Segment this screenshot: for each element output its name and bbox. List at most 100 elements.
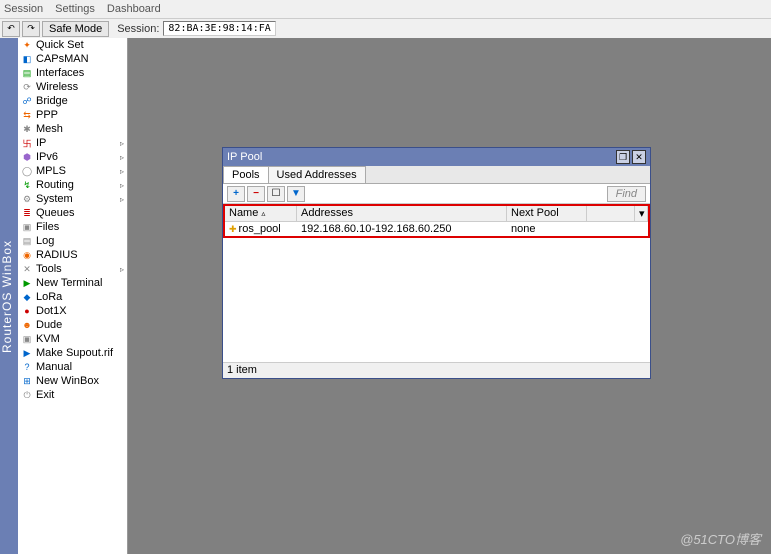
sidebar-item-label: Bridge [36, 95, 68, 107]
sidebar-item-new-terminal[interactable]: ▶New Terminal [18, 276, 127, 290]
tab-pools[interactable]: Pools [223, 166, 269, 183]
app-title-vertical: RouterOS WinBox [0, 38, 18, 554]
sidebar-item-label: Exit [36, 389, 54, 401]
exit-icon: ⏻ [21, 389, 33, 401]
sidebar-item-bridge[interactable]: ☍Bridge [18, 94, 127, 108]
submenu-arrow-icon: ▹ [120, 265, 124, 274]
sidebar-item-label: Dot1X [36, 305, 67, 317]
table-body[interactable] [223, 238, 650, 362]
find-button[interactable]: Find [607, 186, 646, 202]
files-icon: ▣ [21, 221, 33, 233]
session-value: 82:BA:3E:98:14:FA [163, 21, 275, 36]
menu-dashboard[interactable]: Dashboard [107, 3, 161, 15]
capsman-icon: ◧ [21, 53, 33, 65]
redo-button[interactable]: ↷ [22, 21, 40, 37]
sidebar-item-label: Quick Set [36, 39, 84, 51]
sidebar-item-label: Wireless [36, 81, 78, 93]
menu-settings[interactable]: Settings [55, 3, 95, 15]
sidebar-item-kvm[interactable]: ▣KVM [18, 332, 127, 346]
sidebar-item-label: PPP [36, 109, 58, 121]
sidebar-item-tools[interactable]: ✕Tools▹ [18, 262, 127, 276]
sidebar-item-log[interactable]: ▤Log [18, 234, 127, 248]
sidebar-item-label: RADIUS [36, 249, 78, 261]
window-titlebar[interactable]: IP Pool ❐ ✕ [223, 148, 650, 166]
undo-button[interactable]: ↶ [2, 21, 20, 37]
workspace: IP Pool ❐ ✕ Pools Used Addresses + − ☐ ▼… [128, 38, 771, 554]
sidebar-item-label: KVM [36, 333, 60, 345]
new-terminal-icon: ▶ [21, 277, 33, 289]
col-dropdown[interactable]: ▾ [634, 206, 648, 221]
sidebar-item-mpls[interactable]: ◯MPLS▹ [18, 164, 127, 178]
add-button[interactable]: + [227, 186, 245, 202]
sidebar-item-routing[interactable]: ↯Routing▹ [18, 178, 127, 192]
sidebar-item-exit[interactable]: ⏻Exit [18, 388, 127, 402]
tab-used-addresses[interactable]: Used Addresses [268, 166, 366, 183]
system-icon: ⚙ [21, 193, 33, 205]
sidebar-item-wireless[interactable]: ⟳Wireless [18, 80, 127, 94]
window-close-button[interactable]: ✕ [632, 150, 646, 164]
sidebar-item-label: Manual [36, 361, 72, 373]
sidebar-item-label: IPv6 [36, 151, 58, 163]
ip-pool-window: IP Pool ❐ ✕ Pools Used Addresses + − ☐ ▼… [222, 147, 651, 379]
sidebar-item-quick-set[interactable]: ✦Quick Set [18, 38, 127, 52]
queues-icon: ≣ [21, 207, 33, 219]
lora-icon: ◆ [21, 291, 33, 303]
menu-session[interactable]: Session [4, 3, 43, 15]
sidebar-item-label: CAPsMAN [36, 53, 89, 65]
sidebar-item-dot1x[interactable]: ●Dot1X [18, 304, 127, 318]
sidebar-item-files[interactable]: ▣Files [18, 220, 127, 234]
sidebar-item-make-supout-rif[interactable]: ▶Make Supout.rif [18, 346, 127, 360]
sidebar-item-label: System [36, 193, 73, 205]
make-supout-rif-icon: ▶ [21, 347, 33, 359]
sidebar-item-ipv6[interactable]: ⬢IPv6▹ [18, 150, 127, 164]
submenu-arrow-icon: ▹ [120, 181, 124, 190]
sidebar-item-label: MPLS [36, 165, 66, 177]
submenu-arrow-icon: ▹ [120, 153, 124, 162]
sidebar-item-label: IP [36, 137, 46, 149]
dot1x-icon: ● [21, 305, 33, 317]
sidebar-item-radius[interactable]: ◉RADIUS [18, 248, 127, 262]
sidebar-item-mesh[interactable]: ✱Mesh [18, 122, 127, 136]
sidebar-item-label: Interfaces [36, 67, 84, 79]
highlight-annotation: Name ▵ Addresses Next Pool ▾ ✚ros_pool 1… [223, 204, 650, 238]
radius-icon: ◉ [21, 249, 33, 261]
menubar: Session Settings Dashboard [0, 0, 771, 18]
log-icon: ▤ [21, 235, 33, 247]
ppp-icon: ⇆ [21, 109, 33, 121]
kvm-icon: ▣ [21, 333, 33, 345]
sidebar-item-ppp[interactable]: ⇆PPP [18, 108, 127, 122]
sidebar-item-label: LoRa [36, 291, 62, 303]
table-row[interactable]: ✚ros_pool 192.168.60.10-192.168.60.250 n… [225, 222, 648, 236]
sidebar-item-ip[interactable]: 卐IP▹ [18, 136, 127, 150]
quick-set-icon: ✦ [21, 39, 33, 51]
sidebar-item-label: Queues [36, 207, 75, 219]
bridge-icon: ☍ [21, 95, 33, 107]
statusbar: 1 item [223, 362, 650, 378]
sidebar-item-new-winbox[interactable]: ⊞New WinBox [18, 374, 127, 388]
sidebar-item-label: Log [36, 235, 54, 247]
sidebar-item-queues[interactable]: ≣Queues [18, 206, 127, 220]
sidebar-item-dude[interactable]: ☻Dude [18, 318, 127, 332]
comment-button[interactable]: ☐ [267, 186, 285, 202]
col-nextpool[interactable]: Next Pool [507, 206, 587, 221]
wireless-icon: ⟳ [21, 81, 33, 93]
sidebar-item-label: Files [36, 221, 59, 233]
safemode-button[interactable]: Safe Mode [42, 21, 109, 37]
submenu-arrow-icon: ▹ [120, 195, 124, 204]
remove-button[interactable]: − [247, 186, 265, 202]
window-toolbar: + − ☐ ▼ Find [223, 184, 650, 204]
col-addresses[interactable]: Addresses [297, 206, 507, 221]
sidebar-item-interfaces[interactable]: ▤Interfaces [18, 66, 127, 80]
new-winbox-icon: ⊞ [21, 375, 33, 387]
filter-button[interactable]: ▼ [287, 186, 305, 202]
routing-icon: ↯ [21, 179, 33, 191]
sidebar-item-manual[interactable]: ?Manual [18, 360, 127, 374]
sidebar-item-capsman[interactable]: ◧CAPsMAN [18, 52, 127, 66]
mpls-icon: ◯ [21, 165, 33, 177]
window-restore-button[interactable]: ❐ [616, 150, 630, 164]
col-name[interactable]: Name ▵ [225, 206, 297, 221]
cell-nextpool: none [507, 223, 587, 235]
sidebar-item-system[interactable]: ⚙System ▹ [18, 192, 127, 206]
sidebar-item-lora[interactable]: ◆LoRa [18, 290, 127, 304]
pool-icon: ✚ [229, 224, 237, 234]
